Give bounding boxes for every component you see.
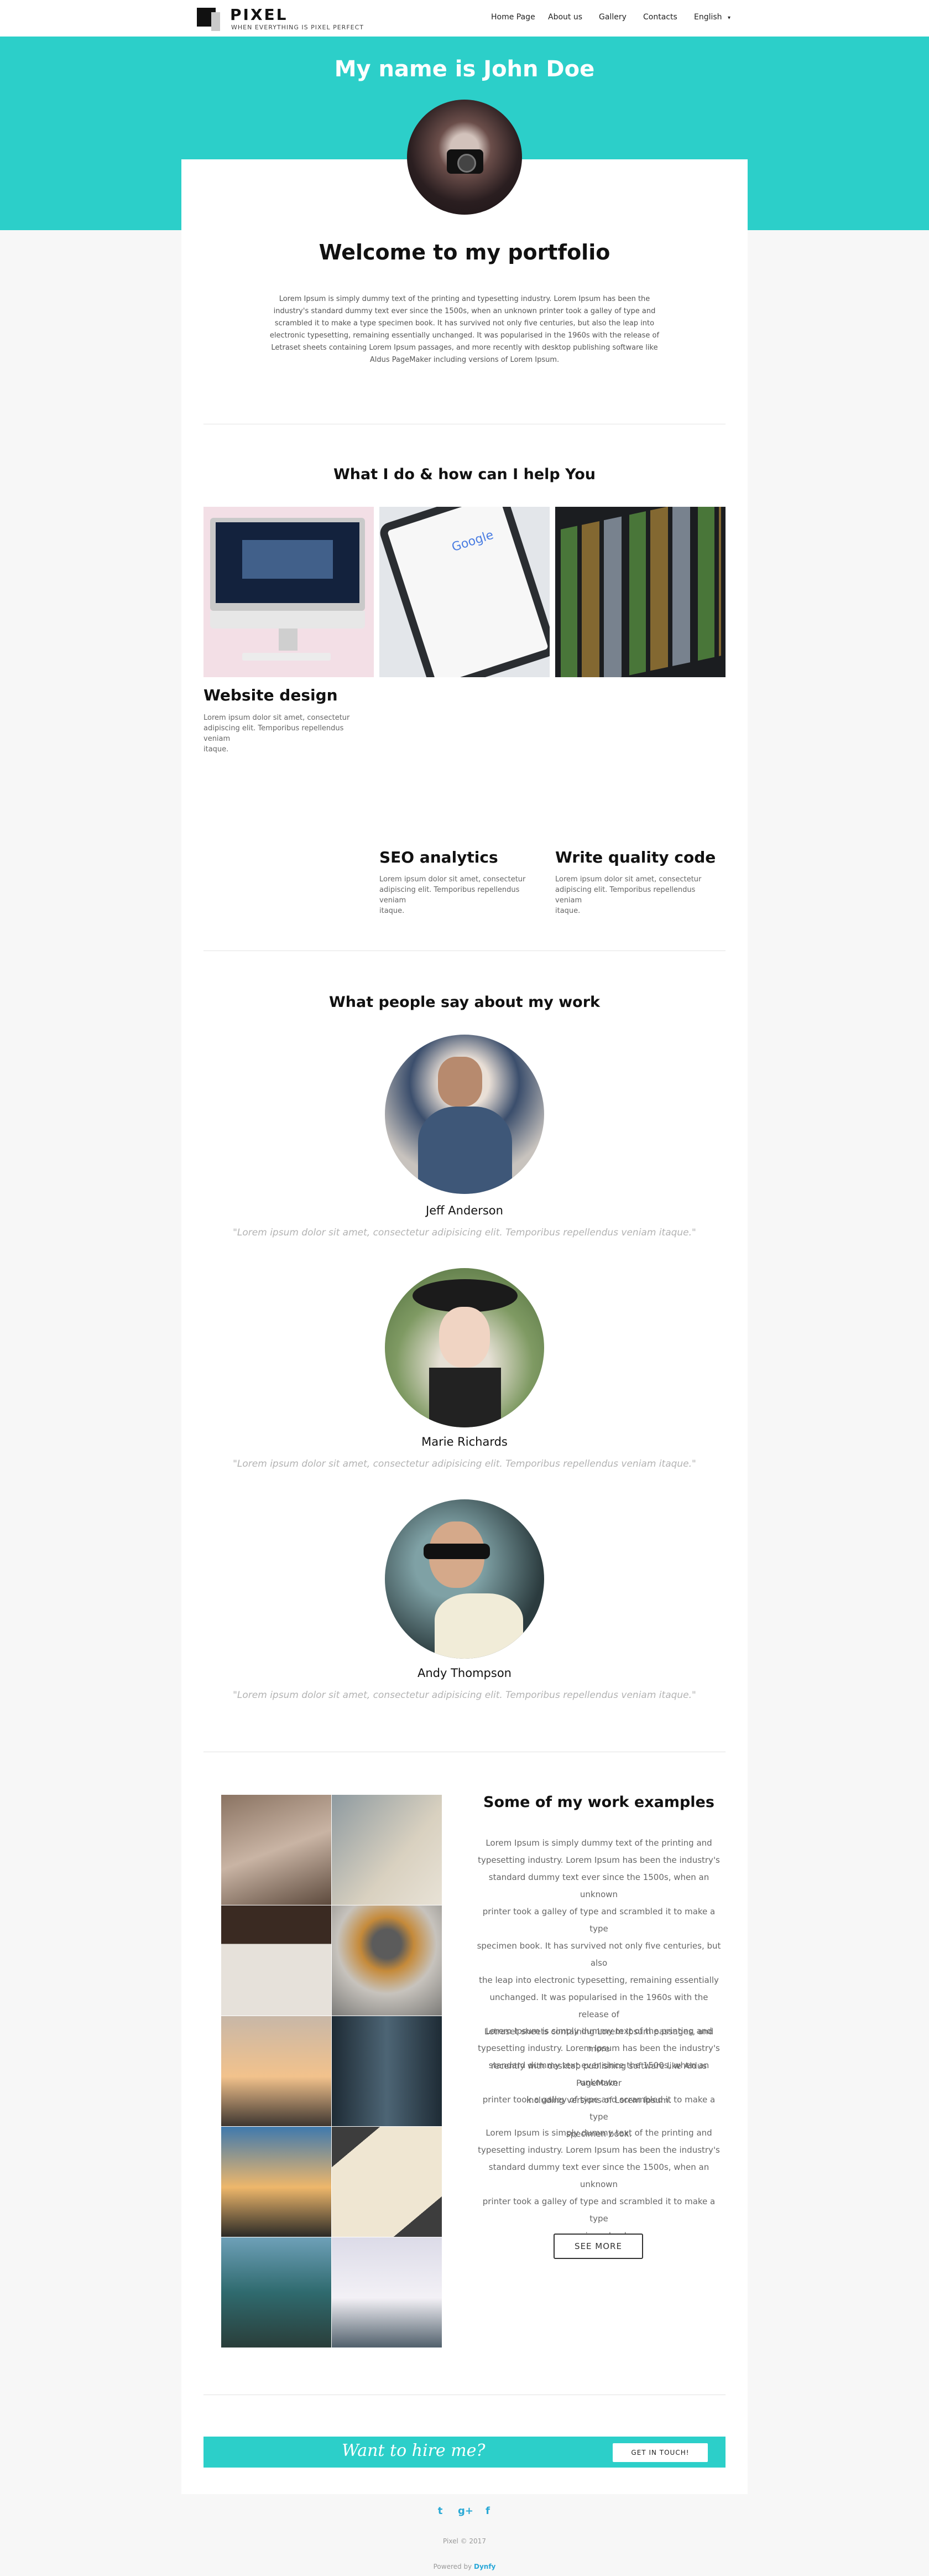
powered-by-label: Powered by xyxy=(433,2563,472,2570)
gallery-tile[interactable] xyxy=(332,2016,442,2126)
nav-about-us[interactable]: About us xyxy=(548,13,582,22)
hire-text: Want to hire me? xyxy=(342,2441,486,2460)
service-title-website-design: Website design xyxy=(203,686,338,704)
work-line: the leap into electronic typesetting, re… xyxy=(479,1975,719,1985)
intro-line: industry's standard dummy text ever sinc… xyxy=(273,307,656,315)
intro-line: scrambled it to make a type specimen boo… xyxy=(274,319,655,328)
service-title-write-code: Write quality code xyxy=(555,848,716,866)
work-line: standard dummy text ever since the 1500s… xyxy=(488,2162,709,2189)
intro-line: electronic typesetting, remaining essent… xyxy=(269,331,660,340)
gallery-tile[interactable] xyxy=(332,2237,442,2348)
desc-line: adipiscing elit. Temporibus repellendus … xyxy=(203,724,344,743)
gallery-tile[interactable] xyxy=(332,2127,442,2237)
work-paragraph-3: Lorem Ipsum is simply dummy text of the … xyxy=(474,2125,723,2245)
brand-tagline: WHEN EVERYTHING IS PIXEL PERFECT xyxy=(231,24,364,31)
gallery-tile[interactable] xyxy=(332,1905,442,2016)
work-line: typesetting industry. Lorem Ipsum has be… xyxy=(478,2043,720,2053)
intro-text: Lorem Ipsum is simply dummy text of the … xyxy=(260,293,669,366)
desc-line: adipiscing elit. Temporibus repellendus … xyxy=(555,886,696,905)
desc-line: Lorem ipsum dolor sit amet, consectetur xyxy=(203,714,350,722)
work-line: specimen book. It has survived not only … xyxy=(477,1941,721,1968)
desc-line: itaque. xyxy=(555,907,581,915)
powered-by: Powered by Dynfy xyxy=(0,2563,929,2570)
intro-line: Aldus PageMaker including versions of Lo… xyxy=(369,356,560,364)
desc-line: itaque. xyxy=(203,745,229,754)
work-line: standard dummy text ever since the 1500s… xyxy=(488,2060,709,2087)
nav-home-page[interactable]: Home Page xyxy=(491,13,535,22)
logo-icon[interactable] xyxy=(197,8,220,31)
service-desc-website-design: Lorem ipsum dolor sit amet, consectetur … xyxy=(203,713,369,755)
gallery-tile[interactable] xyxy=(221,2016,331,2126)
testimonial-photo-andy-thompson xyxy=(385,1499,544,1659)
brand-name[interactable]: PIXEL xyxy=(230,6,288,24)
desc-line: itaque. xyxy=(379,907,405,915)
services-title: What I do & how can I help You xyxy=(333,466,596,483)
powered-by-link[interactable]: Dynfy xyxy=(474,2563,495,2570)
intro-line: Lorem Ipsum is simply dummy text of the … xyxy=(279,295,650,303)
google-plus-icon[interactable]: g+ xyxy=(458,2505,473,2517)
copyright-text: Pixel © 2017 xyxy=(443,2537,486,2545)
language-selector[interactable]: English ▾ xyxy=(694,13,730,22)
testimonial-quote: "Lorem ipsum dolor sit amet, consectetur… xyxy=(233,1458,696,1469)
desc-line: adipiscing elit. Temporibus repellendus … xyxy=(379,886,520,905)
hero-title: My name is John Doe xyxy=(334,56,595,82)
see-more-button[interactable]: SEE MORE xyxy=(554,2234,643,2259)
work-line: typesetting industry. Lorem Ipsum has be… xyxy=(478,2145,720,2155)
camera-icon xyxy=(447,149,483,174)
testimonial-name: Andy Thompson xyxy=(417,1666,512,1680)
work-title: Some of my work examples xyxy=(483,1794,714,1811)
desc-line: Lorem ipsum dolor sit amet, consectetur xyxy=(555,875,702,884)
intro-line: Letraset sheets containing Lorem Ipsum p… xyxy=(271,344,658,352)
write-code-image[interactable] xyxy=(555,507,726,677)
testimonial-name: Jeff Anderson xyxy=(426,1204,503,1217)
hire-banner: Want to hire me? GET IN TOUCH! xyxy=(203,2437,726,2468)
service-title-seo-analytics: SEO analytics xyxy=(379,848,498,866)
work-line: printer took a galley of type and scramb… xyxy=(482,2196,716,2224)
intro-title: Welcome to my portfolio xyxy=(319,240,610,264)
testimonial-photo-marie-richards xyxy=(385,1268,544,1427)
desc-line: Lorem ipsum dolor sit amet, consectetur xyxy=(379,875,526,884)
nav-gallery[interactable]: Gallery xyxy=(599,13,627,22)
testimonial-quote: "Lorem ipsum dolor sit amet, consectetur… xyxy=(233,1690,696,1701)
gallery-tile[interactable] xyxy=(221,1795,331,1905)
seo-analytics-image[interactable]: Google xyxy=(379,507,550,677)
gallery-tile[interactable] xyxy=(221,2237,331,2348)
chevron-down-icon: ▾ xyxy=(728,15,731,21)
gallery-tile[interactable] xyxy=(221,1905,331,2016)
work-line: unchanged. It was popularised in the 196… xyxy=(489,1992,708,2019)
work-line: typesetting industry. Lorem Ipsum has be… xyxy=(478,1855,720,1865)
testimonial-quote: "Lorem ipsum dolor sit amet, consectetur… xyxy=(233,1227,696,1238)
language-label: English xyxy=(694,13,722,22)
work-line: printer took a galley of type and scramb… xyxy=(482,2095,716,2122)
get-in-touch-button[interactable]: GET IN TOUCH! xyxy=(613,2443,708,2462)
facebook-icon[interactable]: f xyxy=(481,2505,494,2517)
service-desc-seo-analytics: Lorem ipsum dolor sit amet, consectetur … xyxy=(379,874,545,916)
gallery-tile[interactable] xyxy=(221,2127,331,2237)
testimonial-photo-jeff-anderson xyxy=(385,1035,544,1194)
testimonial-name: Marie Richards xyxy=(421,1435,508,1448)
top-navigation-bar: PIXEL WHEN EVERYTHING IS PIXEL PERFECT H… xyxy=(0,0,929,37)
work-line: printer took a galley of type and scramb… xyxy=(482,1907,716,1934)
work-line: Lorem Ipsum is simply dummy text of the … xyxy=(486,1838,712,1848)
twitter-icon[interactable]: t xyxy=(434,2505,447,2517)
work-line: Lorem Ipsum is simply dummy text of the … xyxy=(486,2128,712,2138)
nav-contacts[interactable]: Contacts xyxy=(643,13,677,22)
website-design-image[interactable] xyxy=(203,507,374,677)
work-line: Lorem Ipsum is simply dummy text of the … xyxy=(486,2026,712,2036)
service-desc-write-code: Lorem ipsum dolor sit amet, consectetur … xyxy=(555,874,721,916)
gallery-tile[interactable] xyxy=(332,1795,442,1905)
profile-avatar xyxy=(407,100,522,215)
work-line: standard dummy text ever since the 1500s… xyxy=(488,1872,709,1899)
testimonials-title: What people say about my work xyxy=(329,994,600,1011)
